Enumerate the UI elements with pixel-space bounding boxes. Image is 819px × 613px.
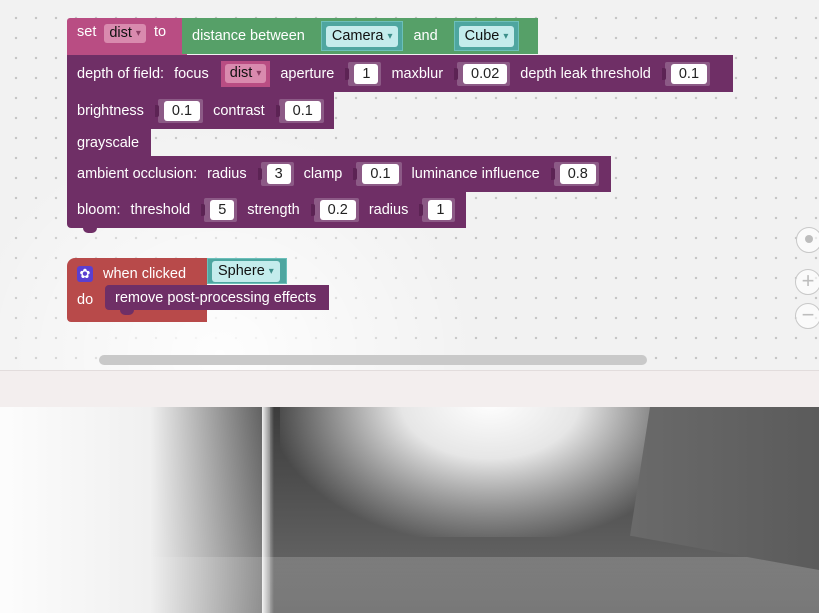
dropdown-arrow-icon: ▾ xyxy=(387,30,393,42)
remove-effects-label: remove post-processing effects xyxy=(115,289,317,306)
contrast-input[interactable]: 0.1 xyxy=(278,98,324,123)
strength-label: strength xyxy=(247,202,300,218)
brightness-value[interactable]: 0.1 xyxy=(163,100,201,121)
gear-icon[interactable]: ✿ xyxy=(77,266,93,282)
distance-label: distance between xyxy=(192,28,305,44)
focus-variable-name: dist xyxy=(229,65,253,81)
luminance-value[interactable]: 0.8 xyxy=(559,164,596,184)
maxblur-value[interactable]: 0.02 xyxy=(463,63,508,84)
camera-object-name: Camera xyxy=(331,27,384,44)
aperture-value[interactable]: 1 xyxy=(354,63,379,84)
ao-radius-label: radius xyxy=(207,166,247,182)
maxblur-input[interactable]: 0.02 xyxy=(457,61,511,86)
threshold-value[interactable]: 5 xyxy=(210,200,235,220)
strength-input[interactable]: 0.2 xyxy=(313,198,359,222)
set-label: set xyxy=(77,24,97,40)
cube-object-block[interactable]: Cube ▾ xyxy=(453,21,520,51)
camera-object-block[interactable]: Camera ▾ xyxy=(320,21,404,51)
to-label: to xyxy=(153,24,167,40)
depth-of-field-block[interactable]: depth of field: focus dist ▾ aperture 1 m… xyxy=(67,55,733,92)
zoom-in-button[interactable]: + xyxy=(795,269,819,295)
blocks-workspace[interactable]: set dist ▾ to distance between Camera ▾ an… xyxy=(0,0,819,370)
depth-leak-value[interactable]: 0.1 xyxy=(670,63,708,84)
ambient-occlusion-block[interactable]: ambient occlusion: radius 3 clamp 0.1 lu… xyxy=(67,156,611,192)
dropdown-arrow-icon: ▾ xyxy=(135,28,141,39)
plus-icon: + xyxy=(801,268,815,293)
contrast-label: contrast xyxy=(213,102,265,119)
target-icon xyxy=(805,235,813,243)
sphere-dropdown[interactable]: Sphere ▾ xyxy=(212,260,280,282)
grayscale-block[interactable]: grayscale xyxy=(67,129,151,156)
clamp-input[interactable]: 0.1 xyxy=(356,162,402,186)
strength-value[interactable]: 0.2 xyxy=(319,200,356,220)
horizontal-scrollbar[interactable] xyxy=(99,355,647,365)
minus-icon: − xyxy=(801,302,815,327)
clamp-label: clamp xyxy=(303,166,343,182)
threshold-input[interactable]: 5 xyxy=(204,198,238,222)
ao-radius-input[interactable]: 3 xyxy=(260,162,294,186)
variable-name: dist xyxy=(109,25,132,41)
depth-leak-label: depth leak threshold xyxy=(520,65,651,82)
maxblur-label: maxblur xyxy=(391,65,444,82)
aperture-label: aperture xyxy=(280,65,335,82)
ao-label: ambient occlusion: xyxy=(77,166,198,182)
luminance-input[interactable]: 0.8 xyxy=(553,162,599,186)
scene-bright-object xyxy=(0,407,270,613)
ao-radius-value[interactable]: 3 xyxy=(266,164,291,184)
focus-label: focus xyxy=(174,65,209,82)
cube-dropdown[interactable]: Cube ▾ xyxy=(458,25,515,47)
dropdown-arrow-icon: ▾ xyxy=(256,68,262,79)
brightness-contrast-block[interactable]: brightness 0.1 contrast 0.1 xyxy=(67,92,334,129)
grayscale-label: grayscale xyxy=(77,134,140,151)
sphere-object-name: Sphere xyxy=(218,262,265,279)
bloom-radius-label: radius xyxy=(368,202,409,218)
cube-object-name: Cube xyxy=(464,27,500,44)
depth-leak-input[interactable]: 0.1 xyxy=(664,61,711,86)
dof-label: depth of field: xyxy=(77,65,165,82)
do-label: do xyxy=(77,292,94,308)
brightness-label: brightness xyxy=(77,102,144,119)
panel-divider[interactable] xyxy=(0,370,819,409)
scene-cone-object xyxy=(630,407,819,572)
remove-post-processing-block[interactable]: remove post-processing effects xyxy=(105,285,329,310)
clamp-value[interactable]: 0.1 xyxy=(362,164,399,184)
brightness-input[interactable]: 0.1 xyxy=(157,98,204,123)
recenter-button[interactable] xyxy=(796,227,819,253)
contrast-value[interactable]: 0.1 xyxy=(284,100,321,121)
zoom-out-button[interactable]: − xyxy=(795,303,819,329)
aperture-input[interactable]: 1 xyxy=(348,61,382,86)
camera-dropdown[interactable]: Camera ▾ xyxy=(325,25,399,47)
dropdown-arrow-icon: ▾ xyxy=(268,265,274,277)
set-variable-block[interactable]: set dist ▾ to xyxy=(67,18,187,55)
scene-light-edge xyxy=(262,407,274,613)
block-notch xyxy=(83,228,97,233)
focus-variable-block[interactable]: dist ▾ xyxy=(220,60,271,87)
focus-variable-dropdown[interactable]: dist ▾ xyxy=(224,64,267,83)
threshold-label: threshold xyxy=(130,202,191,218)
bloom-label: bloom: xyxy=(77,202,121,218)
bloom-radius-input[interactable]: 1 xyxy=(422,198,456,222)
luminance-label: luminance influence xyxy=(411,166,540,182)
when-clicked-label: when clicked xyxy=(103,266,187,282)
distance-between-block[interactable]: distance between Camera ▾ and Cube ▾ xyxy=(182,18,538,54)
bloom-block[interactable]: bloom: threshold 5 strength 0.2 radius 1 xyxy=(67,192,466,228)
sphere-object-block[interactable]: Sphere ▾ xyxy=(207,258,287,284)
variable-dropdown[interactable]: dist ▾ xyxy=(104,24,146,43)
dropdown-arrow-icon: ▾ xyxy=(503,30,509,42)
3d-scene-view[interactable] xyxy=(0,407,819,613)
bloom-radius-value[interactable]: 1 xyxy=(428,200,453,220)
and-label: and xyxy=(413,28,438,44)
